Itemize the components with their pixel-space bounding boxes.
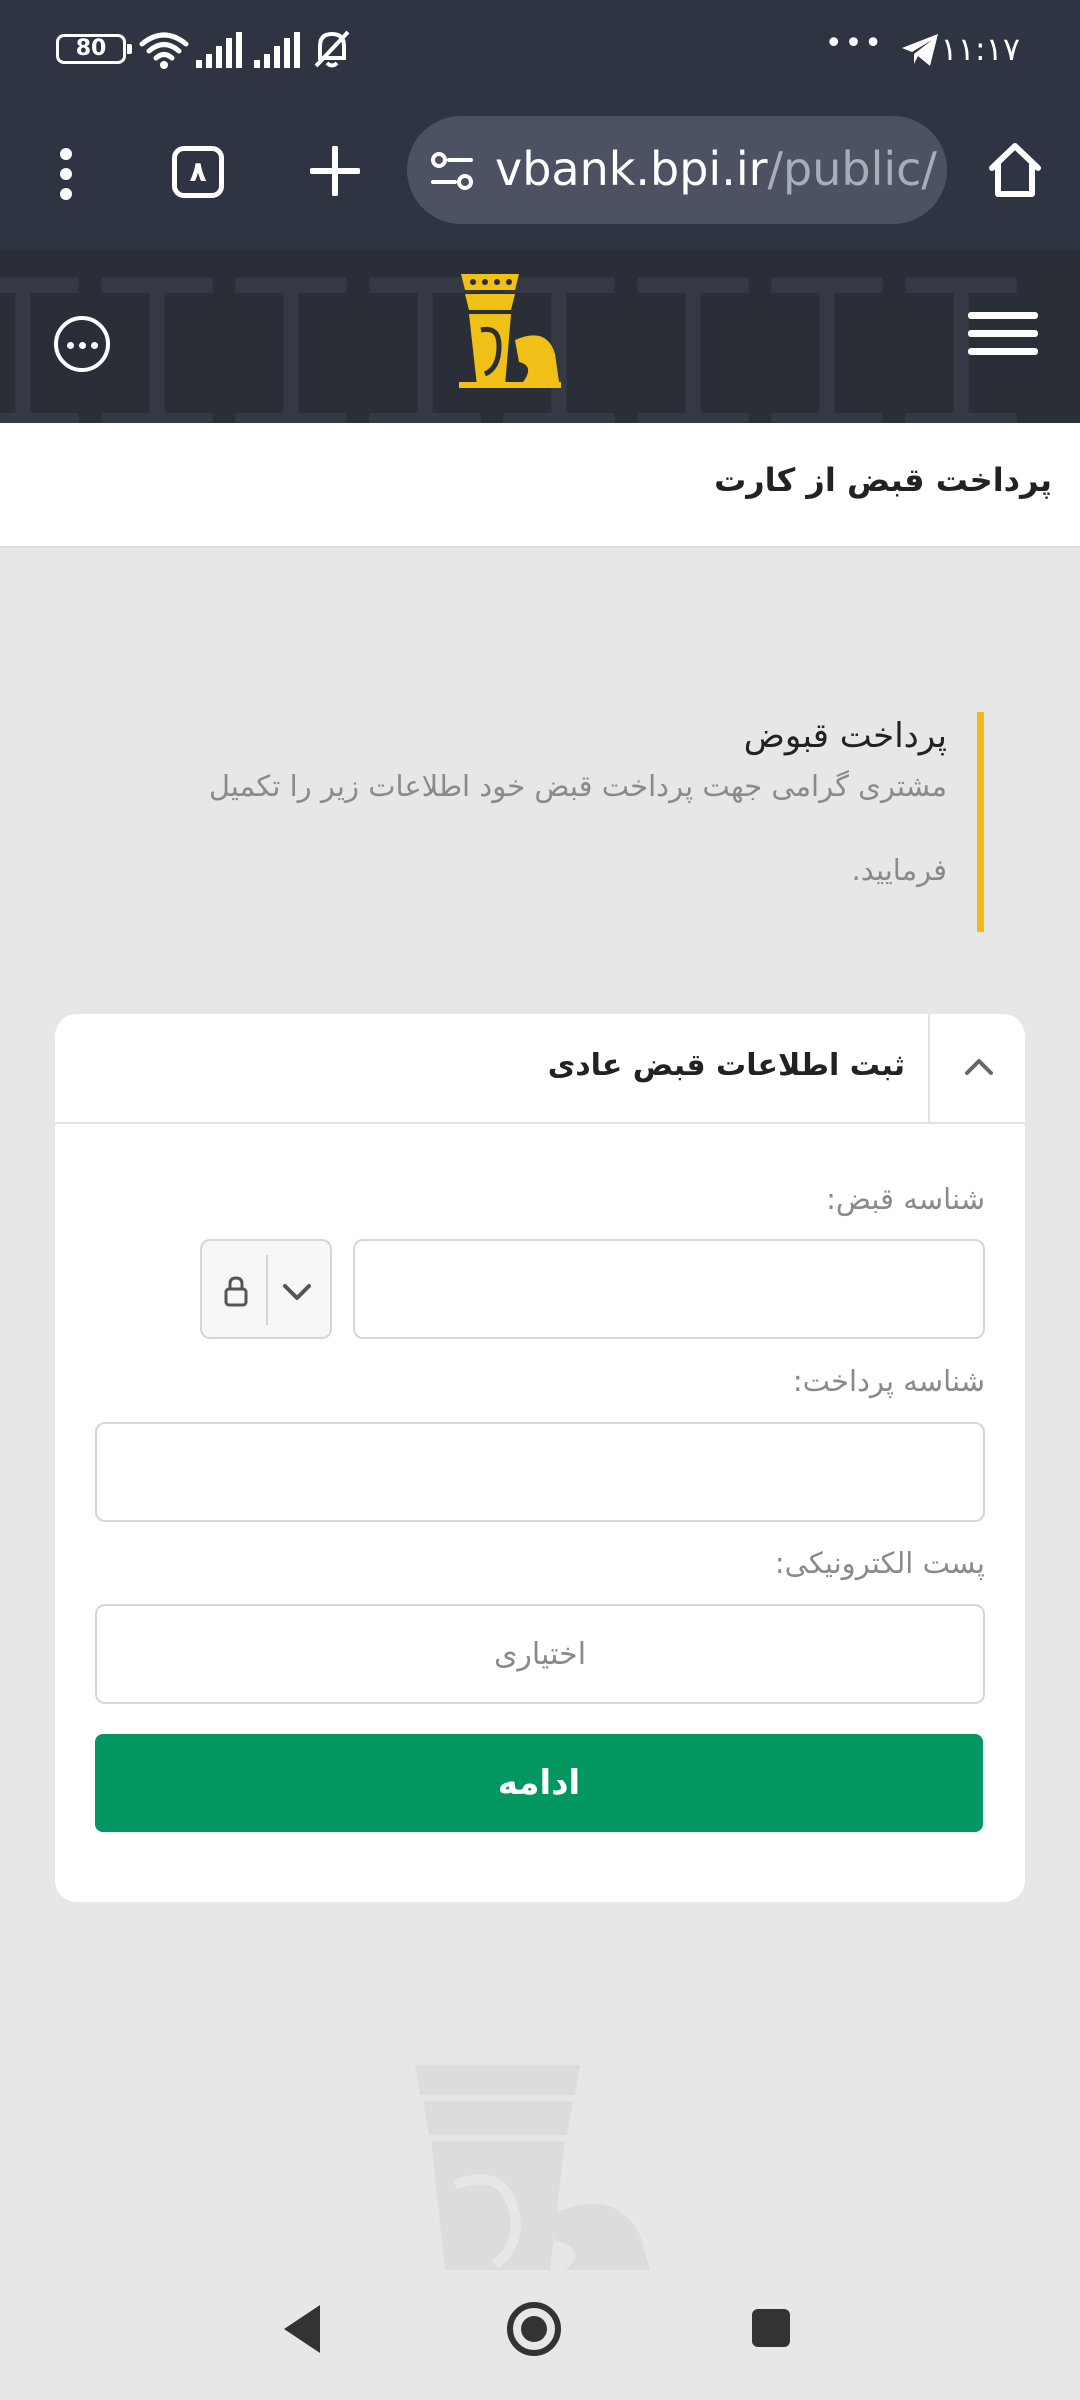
tabs-counter-button[interactable]: ۸ (172, 146, 224, 198)
battery-level: 80 (75, 36, 107, 61)
back-icon[interactable] (280, 2303, 322, 2355)
home-icon[interactable] (988, 142, 1042, 198)
telegram-icon (902, 34, 938, 66)
email-label: پست الکترونیکی: (774, 1546, 985, 1580)
payment-id-field[interactable] (95, 1422, 985, 1522)
url-text: vbank.bpi.ir/public/ (495, 142, 937, 196)
new-tab-icon[interactable] (310, 146, 360, 196)
info-notice: پرداخت قبوض مشتری گرامی جهت پرداخت قبض خ… (124, 712, 984, 932)
home-nav-icon[interactable] (506, 2301, 562, 2357)
bill-form-card: ثبت اطلاعات قبض عادی شناسه قبض: شناسه پر… (55, 1014, 1025, 1902)
bank-logo-icon (459, 274, 561, 388)
chevron-down-icon (283, 1284, 311, 1300)
card-header[interactable]: ثبت اطلاعات قبض عادی (55, 1014, 1025, 1124)
status-more-icon: ••• (824, 26, 884, 61)
more-options-icon[interactable] (54, 316, 110, 372)
page-title-bar: پرداخت قبض از کارت (0, 423, 1080, 548)
signal-icon-1 (196, 32, 242, 68)
chevron-up-icon (965, 1059, 993, 1075)
bill-id-input[interactable] (355, 1241, 983, 1337)
clock: ۱۱:۱۷ (940, 30, 1020, 68)
bill-type-dropdown[interactable] (200, 1239, 332, 1339)
url-host: vbank.bpi.ir (495, 142, 768, 196)
signal-icon-2 (254, 32, 300, 68)
status-bar: 80 ••• ۱۱:۱۷ (0, 0, 1080, 100)
collapse-button[interactable] (928, 1014, 1025, 1124)
site-settings-icon[interactable] (429, 150, 475, 192)
card-title: ثبت اطلاعات قبض عادی (547, 1048, 905, 1083)
recents-icon[interactable] (750, 2307, 792, 2349)
payment-id-input[interactable] (97, 1424, 983, 1520)
browser-menu-icon[interactable] (56, 144, 76, 204)
battery-icon: 80 (56, 34, 132, 64)
notifications-off-icon (314, 30, 350, 68)
page-title: پرداخت قبض از کارت (714, 461, 1052, 499)
email-field[interactable] (95, 1604, 985, 1704)
system-navigation-bar (0, 2265, 1080, 2400)
url-path: /public/ (767, 142, 937, 196)
payment-id-label: شناسه پرداخت: (792, 1364, 985, 1398)
info-description: مشتری گرامی جهت پرداخت قبض خود اطلاعات ز… (208, 769, 947, 887)
email-input[interactable] (97, 1606, 983, 1702)
bill-id-field[interactable] (353, 1239, 985, 1339)
lock-icon (224, 1276, 248, 1307)
continue-button[interactable]: ادامه (95, 1734, 983, 1832)
bill-id-label: شناسه قبض: (826, 1182, 985, 1216)
address-bar[interactable]: vbank.bpi.ir/public/ (407, 116, 947, 224)
hamburger-menu-icon[interactable] (968, 312, 1038, 356)
site-header: ⌶⌶⌶⌶⌶⌶⌶⌶ (0, 250, 1080, 423)
wifi-icon (139, 32, 189, 69)
bank-logo-watermark-icon (415, 2065, 650, 2270)
